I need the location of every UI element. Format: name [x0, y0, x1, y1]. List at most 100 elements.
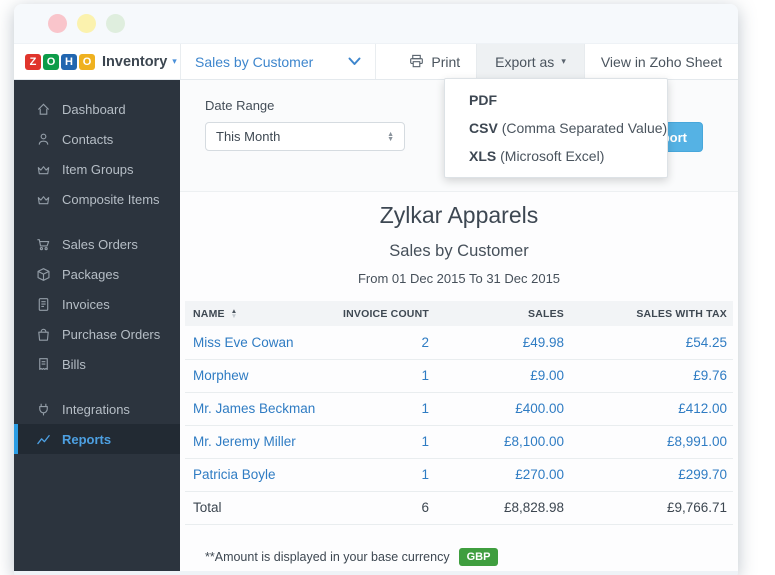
sidebar-item-sales-orders[interactable]: Sales Orders — [14, 229, 180, 259]
sidebar-item-label: Packages — [62, 267, 119, 282]
column-header-sales-with-tax[interactable]: SALES WITH TAX — [570, 301, 733, 326]
header-nav: Sales by Customer Print Export as ▾ Vie — [180, 44, 738, 79]
sales-with-tax-value: £412.00 — [570, 392, 733, 425]
logo-letter: O — [79, 54, 95, 70]
invoice-count-link[interactable]: 1 — [325, 359, 435, 392]
print-button[interactable]: Print — [393, 44, 476, 79]
person-icon — [36, 132, 51, 147]
table-header-row: NAME ▲▼ INVOICE COUNT SALES SALES WITH TA… — [185, 301, 733, 326]
home-icon — [36, 102, 51, 117]
logo-letter: O — [43, 54, 59, 70]
note-text: **Amount is displayed in your base curre… — [205, 550, 450, 564]
printer-icon — [409, 54, 424, 69]
export-menu-item-pdf[interactable]: PDF — [445, 86, 667, 114]
header-spacer — [376, 44, 393, 79]
sales-with-tax-value: £299.70 — [570, 458, 733, 491]
export-menu-item-csv[interactable]: CSV (Comma Separated Value) — [445, 114, 667, 142]
customer-name-link[interactable]: Miss Eve Cowan — [185, 326, 325, 359]
zoho-inventory-logo[interactable]: Z O H O Inventory ▾ — [14, 44, 180, 79]
window-bottom-edge — [14, 571, 738, 575]
sort-ascending-icon: ▲▼ — [231, 309, 238, 319]
base-currency-note: **Amount is displayed in your base curre… — [205, 548, 738, 566]
sidebar-item-invoices[interactable]: Invoices — [14, 289, 180, 319]
sidebar-item-label: Contacts — [62, 132, 113, 147]
sidebar-item-label: Bills — [62, 357, 86, 372]
column-header-sales[interactable]: SALES — [435, 301, 570, 326]
sidebar-item-packages[interactable]: Packages — [14, 259, 180, 289]
date-range-value: This Month — [216, 129, 280, 144]
sales-value: £8,100.00 — [435, 425, 570, 458]
company-name: Zylkar Apparels — [180, 202, 738, 229]
cart-icon — [36, 237, 51, 252]
column-header-label: NAME — [193, 308, 225, 320]
crown-icon — [36, 162, 51, 177]
sidebar-item-composite-items[interactable]: Composite Items — [14, 184, 180, 214]
customer-name-link[interactable]: Morphew — [185, 359, 325, 392]
receipt-icon — [36, 357, 51, 372]
sidebar-item-label: Integrations — [62, 402, 130, 417]
format-desc: (Comma Separated Value) — [502, 120, 667, 136]
app-header: Z O H O Inventory ▾ Sales by Customer — [14, 44, 738, 80]
sidebar-item-label: Composite Items — [62, 192, 160, 207]
sales-with-tax-value: £9.76 — [570, 359, 733, 392]
sales-value: £9.00 — [435, 359, 570, 392]
table-row: Morphew 1 £9.00 £9.76 — [185, 359, 733, 392]
sidebar-item-integrations[interactable]: Integrations — [14, 394, 180, 424]
customer-name-link[interactable]: Patricia Boyle — [185, 458, 325, 491]
sidebar-item-reports[interactable]: Reports — [14, 424, 180, 454]
column-header-name[interactable]: NAME ▲▼ — [185, 301, 325, 326]
table-total-row: Total 6 £8,828.98 £9,766.71 — [185, 491, 733, 524]
report-selector-label: Sales by Customer — [195, 54, 313, 70]
sidebar-item-bills[interactable]: Bills — [14, 349, 180, 379]
chevron-down-icon — [348, 57, 361, 66]
document-icon — [36, 297, 51, 312]
report-selector-dropdown[interactable]: Sales by Customer — [180, 44, 376, 79]
sales-value: £400.00 — [435, 392, 570, 425]
customer-name-link[interactable]: Mr. Jeremy Miller — [185, 425, 325, 458]
invoice-count-link[interactable]: 1 — [325, 458, 435, 491]
sidebar-item-label: Sales Orders — [62, 237, 138, 252]
sidebar-item-dashboard[interactable]: Dashboard — [14, 94, 180, 124]
format-desc: (Microsoft Excel) — [500, 148, 604, 164]
sidebar-item-purchase-orders[interactable]: Purchase Orders — [14, 319, 180, 349]
sidebar-item-label: Dashboard — [62, 102, 126, 117]
total-sales-with-tax: £9,766.71 — [570, 491, 733, 524]
total-sales: £8,828.98 — [435, 491, 570, 524]
product-name: Inventory — [102, 54, 167, 70]
sidebar-item-item-groups[interactable]: Item Groups — [14, 154, 180, 184]
report-section: Zylkar Apparels Sales by Customer From 0… — [180, 192, 738, 571]
table-row: Miss Eve Cowan 2 £49.98 £54.25 — [185, 326, 733, 359]
customer-name-link[interactable]: Mr. James Beckman — [185, 392, 325, 425]
crown-icon — [36, 192, 51, 207]
chevron-down-icon: ▾ — [172, 56, 177, 67]
sidebar-item-label: Reports — [62, 432, 111, 447]
close-window-button[interactable] — [48, 14, 67, 33]
date-range-select[interactable]: This Month ▲▼ — [205, 122, 405, 151]
table-row: Patricia Boyle 1 £270.00 £299.70 — [185, 458, 733, 491]
format-code: XLS — [469, 148, 496, 164]
sales-with-tax-value: £54.25 — [570, 326, 733, 359]
sales-by-customer-table: NAME ▲▼ INVOICE COUNT SALES SALES WITH TA… — [185, 301, 733, 525]
view-in-zoho-sheet-button[interactable]: View in Zoho Sheet — [585, 44, 738, 79]
export-as-button[interactable]: Export as ▾ — [476, 44, 585, 79]
logo-letter: H — [61, 54, 77, 70]
invoice-count-link[interactable]: 1 — [325, 425, 435, 458]
export-as-label: Export as — [495, 54, 554, 70]
invoice-count-link[interactable]: 2 — [325, 326, 435, 359]
window-titlebar — [14, 4, 738, 44]
total-invoice-count: 6 — [325, 491, 435, 524]
logo-letter: Z — [25, 54, 41, 70]
minimize-window-button[interactable] — [77, 14, 96, 33]
export-menu-item-xls[interactable]: XLS (Microsoft Excel) — [445, 142, 667, 170]
maximize-window-button[interactable] — [106, 14, 125, 33]
invoice-count-link[interactable]: 1 — [325, 392, 435, 425]
sidebar-item-label: Item Groups — [62, 162, 134, 177]
package-box-icon — [36, 267, 51, 282]
sales-value: £49.98 — [435, 326, 570, 359]
sidebar-item-contacts[interactable]: Contacts — [14, 124, 180, 154]
export-dropdown-menu: PDF CSV (Comma Separated Value) XLS (Mic… — [444, 78, 668, 178]
column-header-invoice-count[interactable]: INVOICE COUNT — [325, 301, 435, 326]
format-code: CSV — [469, 120, 498, 136]
table-row: Mr. Jeremy Miller 1 £8,100.00 £8,991.00 — [185, 425, 733, 458]
sales-value: £270.00 — [435, 458, 570, 491]
